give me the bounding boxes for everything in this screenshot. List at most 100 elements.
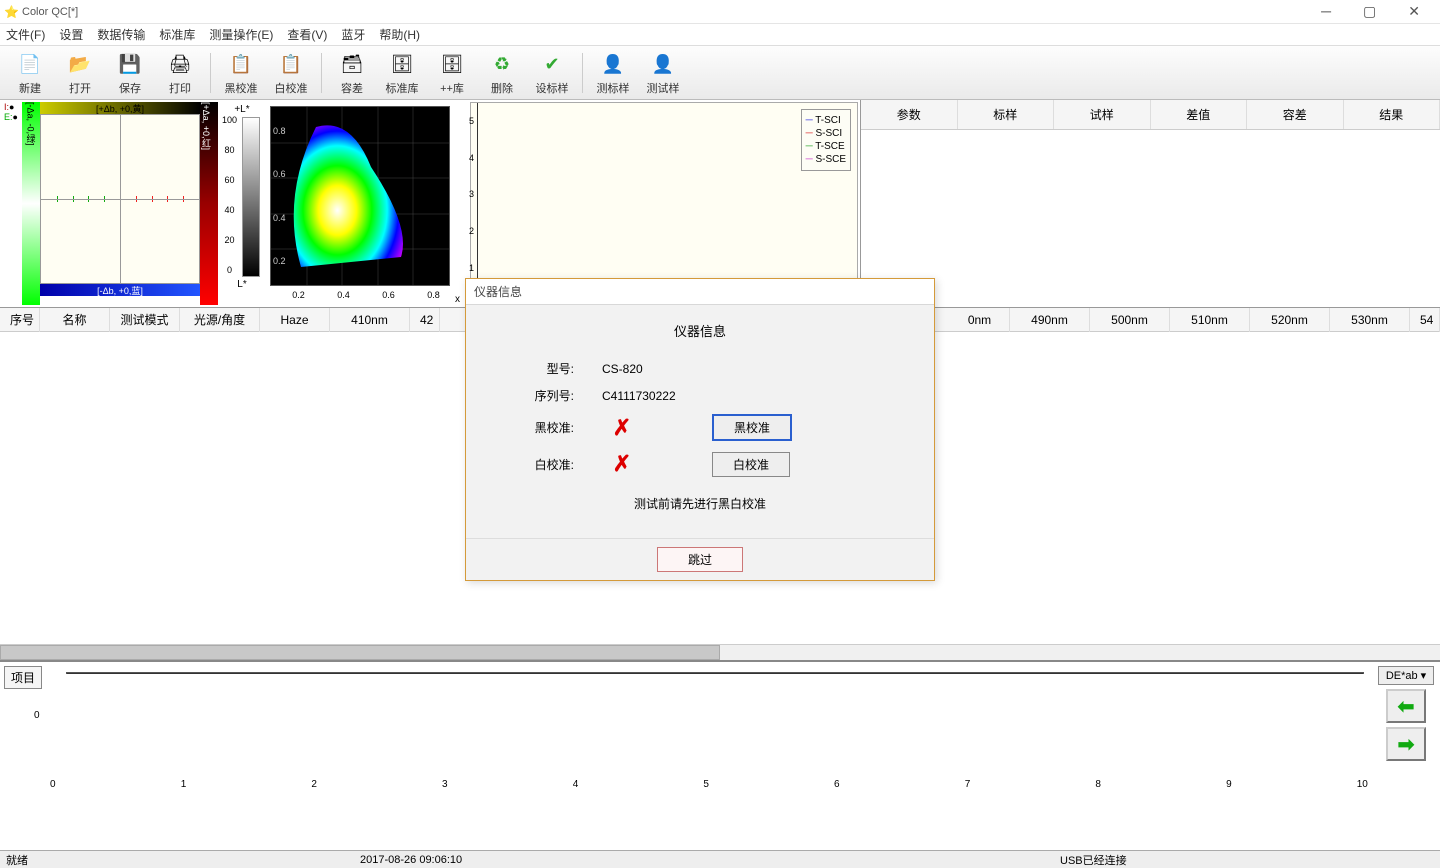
col-520[interactable]: 520nm (1250, 308, 1330, 332)
tool-measurestd[interactable]: 👤测标样 (591, 49, 635, 96)
arrow-right-icon: ➡ (1398, 732, 1415, 757)
x-icon: ✗ (613, 451, 631, 476)
menu-settings[interactable]: 设置 (59, 26, 83, 43)
prev-button[interactable]: ⬅ (1386, 689, 1426, 723)
lab-grid[interactable] (40, 114, 200, 284)
status-datetime: 2017-08-26 09:06:10 (360, 854, 1060, 866)
grid-hscroll[interactable] (0, 644, 1440, 660)
x-icon: ✗ (613, 415, 631, 440)
col-param[interactable]: 参数 (861, 100, 958, 129)
col-42x[interactable]: 42 (410, 308, 440, 332)
project-label[interactable]: 项目 (4, 666, 42, 689)
arrow-left-icon: ⬅ (1398, 694, 1415, 719)
cie-canvas[interactable]: 0.20.40.60.8 (270, 106, 450, 286)
tool-delete[interactable]: ♻删除 (480, 49, 524, 96)
status-connection: USB已经连接 (1060, 852, 1440, 868)
tool-print[interactable]: 🖨打印 (158, 49, 202, 96)
app-icon: ⭐ (4, 5, 18, 19)
tool-tolerance[interactable]: 🗃容差 (330, 49, 374, 96)
window-buttons: ─ ▢ ✕ (1313, 3, 1436, 20)
col-seq[interactable]: 序号 (0, 308, 40, 332)
menubar: 文件(F) 设置 数据传输 标准库 测量操作(E) 查看(V) 蓝牙 帮助(H) (0, 24, 1440, 46)
titlebar: ⭐ Color QC[*] ─ ▢ ✕ (0, 0, 1440, 24)
col-mode[interactable]: 测试模式 (110, 308, 180, 332)
tool-whitecal[interactable]: 📋白校准 (269, 49, 313, 96)
model-value: CS-820 (602, 362, 732, 376)
dialog-message: 测试前请先进行黑白校准 (482, 495, 918, 512)
col-410[interactable]: 410nm (330, 308, 410, 332)
mid-panels: I:●E:● [-Δa, -0,绿] [+Δb, +0,黄] [-Δb, +0,… (0, 100, 1440, 308)
col-std[interactable]: 标样 (958, 100, 1055, 129)
menu-help[interactable]: 帮助(H) (379, 26, 420, 43)
whitecal-button[interactable]: 白校准 (712, 452, 790, 477)
blackcal-icon: 📋 (226, 49, 256, 79)
stdlib-icon: 🗄 (387, 49, 417, 79)
tool-new[interactable]: 📄新建 (8, 49, 52, 96)
lab-left-axis: [-Δa, -0,绿] (22, 102, 40, 305)
tool-save[interactable]: 💾保存 (108, 49, 152, 96)
params-header: 参数 标样 试样 差值 容差 结果 (861, 100, 1440, 130)
setstd-icon: ✔ (537, 49, 567, 79)
lstar-scale: +L* 1008060 40200 L* (222, 102, 262, 305)
col-name[interactable]: 名称 (40, 308, 110, 332)
menu-transfer[interactable]: 数据传输 (97, 26, 145, 43)
open-icon: 📂 (65, 49, 95, 79)
close-icon[interactable]: ✕ (1400, 3, 1428, 20)
params-table: 参数 标样 试样 差值 容差 结果 (860, 100, 1440, 307)
col-500[interactable]: 500nm (1090, 308, 1170, 332)
new-icon: 📄 (15, 49, 45, 79)
serial-label: 序列号: (482, 387, 602, 404)
tool-open[interactable]: 📂打开 (58, 49, 102, 96)
menu-bluetooth[interactable]: 蓝牙 (341, 26, 365, 43)
col-490[interactable]: 490nm (1010, 308, 1090, 332)
lab-right-axis: [+Δa, +0,红] (200, 102, 218, 305)
params-body[interactable] (861, 130, 1440, 300)
separator (321, 53, 322, 93)
col-light[interactable]: 光源/角度 (180, 308, 260, 332)
statusbar: 就绪 2017-08-26 09:06:10 USB已经连接 (0, 850, 1440, 868)
de-select[interactable]: DE*ab ▾ (1378, 666, 1434, 685)
print-icon: 🖨 (165, 49, 195, 79)
dialog-titlebar[interactable]: 仪器信息 (466, 279, 934, 305)
measurestd-icon: 👤 (598, 49, 628, 79)
skip-button[interactable]: 跳过 (657, 547, 743, 572)
trend-chart[interactable] (66, 672, 1364, 674)
ie-label: I:●E:● (4, 102, 18, 122)
save-icon: 💾 (115, 49, 145, 79)
tool-pluslib[interactable]: 🗄++库 (430, 49, 474, 96)
col-54x[interactable]: 54 (1410, 308, 1440, 332)
lstar-bar[interactable] (242, 117, 260, 277)
chart-x-axis: 012 345 678 910 (46, 779, 1372, 790)
bottom-chart: 项目 0 012 345 678 910 DE*ab ▾ ⬅ ➡ (0, 660, 1440, 780)
instrument-info-dialog: 仪器信息 仪器信息 型号: CS-820 序列号: C4111730222 黑校… (465, 278, 935, 581)
col-tol[interactable]: 容差 (1247, 100, 1344, 129)
col-510[interactable]: 510nm (1170, 308, 1250, 332)
lab-top-axis: [+Δb, +0,黄] (40, 102, 200, 114)
minimize-icon[interactable]: ─ (1313, 3, 1339, 20)
tool-setstd[interactable]: ✔设标样 (530, 49, 574, 96)
scroll-thumb[interactable] (0, 645, 720, 660)
next-button[interactable]: ➡ (1386, 727, 1426, 761)
maximize-icon[interactable]: ▢ (1355, 3, 1384, 20)
col-result[interactable]: 结果 (1344, 100, 1440, 129)
col-x0nm[interactable]: 0nm (950, 308, 1010, 332)
tool-measuretest[interactable]: 👤测试样 (641, 49, 685, 96)
menu-file[interactable]: 文件(F) (6, 26, 45, 43)
tool-stdlib[interactable]: 🗄标准库 (380, 49, 424, 96)
tool-blackcal[interactable]: 📋黑校准 (219, 49, 263, 96)
chart-controls: DE*ab ▾ ⬅ ➡ (1376, 666, 1436, 776)
col-530[interactable]: 530nm (1330, 308, 1410, 332)
menu-measure[interactable]: 测量操作(E) (209, 26, 273, 43)
col-diff[interactable]: 差值 (1151, 100, 1248, 129)
whitecal-icon: 📋 (276, 49, 306, 79)
dialog-heading: 仪器信息 (482, 321, 918, 340)
model-label: 型号: (482, 360, 602, 377)
spectra-plot[interactable]: 12345 ─ T-SCI ─ S-SCI ─ T-SCE ─ S-SCE (470, 102, 858, 305)
col-sample[interactable]: 试样 (1054, 100, 1151, 129)
cie-gamut-icon (271, 107, 449, 285)
separator (582, 53, 583, 93)
menu-view[interactable]: 查看(V) (287, 26, 327, 43)
menu-stdlib[interactable]: 标准库 (159, 26, 195, 43)
blackcal-button[interactable]: 黑校准 (712, 414, 792, 441)
col-haze[interactable]: Haze (260, 308, 330, 332)
